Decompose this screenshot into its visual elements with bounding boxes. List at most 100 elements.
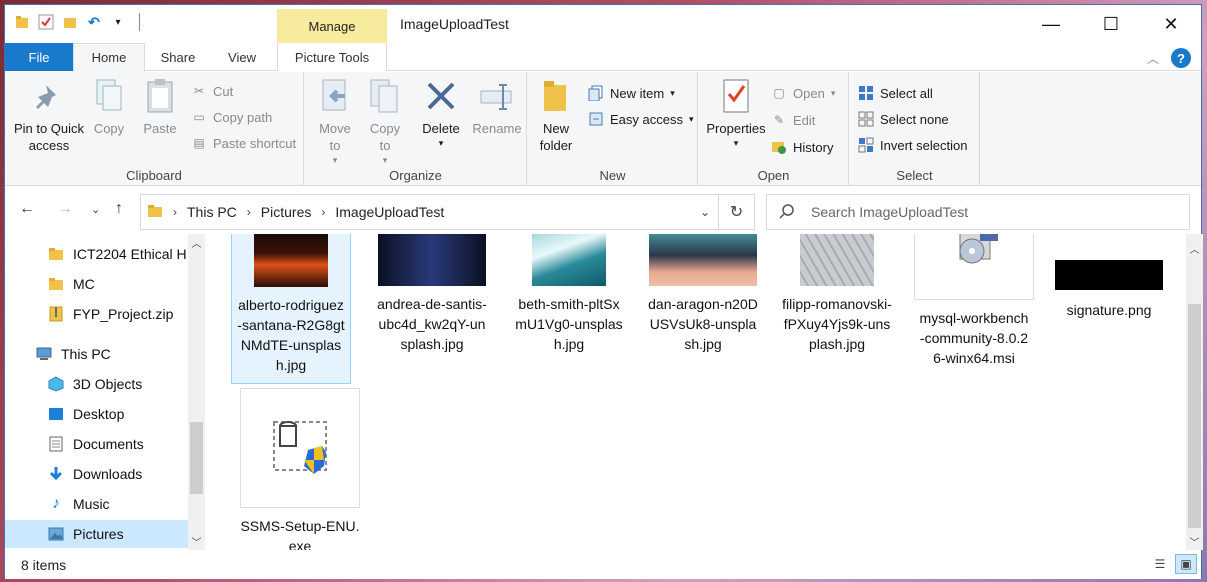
move-to-button[interactable]: Move to ▾ bbox=[315, 76, 355, 169]
delete-x-icon bbox=[421, 76, 461, 116]
edit-button[interactable]: ✎ Edit bbox=[771, 109, 815, 131]
music-icon: ♪ bbox=[52, 495, 60, 512]
address-bar[interactable]: › This PC › Pictures › ImageUploadTest ⌄… bbox=[140, 194, 755, 230]
file-item[interactable]: andrea-de-santis-ubc4d_kw2qY-unsplash.jp… bbox=[372, 234, 492, 354]
nav-item-mc[interactable]: MC bbox=[5, 270, 188, 298]
new-folder-label: New folder bbox=[539, 121, 573, 153]
copy-to-label: Copy to bbox=[369, 121, 401, 153]
select-all-button[interactable]: Select all bbox=[858, 82, 933, 104]
scroll-down-arrow-icon[interactable]: ﹀ bbox=[188, 533, 205, 550]
breadcrumb-chevron-icon[interactable]: › bbox=[247, 205, 251, 219]
file-item[interactable]: alberto-rodriguez-santana-R2G8gtNMdTE-un… bbox=[231, 234, 351, 384]
copy-to-dropdown-icon: ▾ bbox=[382, 155, 388, 165]
details-view-icon[interactable]: ☰ bbox=[1149, 554, 1171, 574]
nav-item-downloads[interactable]: Downloads bbox=[5, 460, 188, 488]
recent-locations-chevron-icon[interactable]: ⌄ bbox=[91, 203, 100, 216]
nav-item-music[interactable]: ♪ Music bbox=[5, 490, 188, 518]
copy-label: Copy bbox=[93, 121, 125, 136]
properties-button[interactable]: Properties ▾ bbox=[705, 76, 767, 152]
maximize-button[interactable]: ☐ bbox=[1081, 5, 1141, 43]
new-folder-icon[interactable] bbox=[61, 13, 79, 31]
file-item[interactable]: filipp-romanovski-fPXuy4Yjs9k-unsplash.j… bbox=[777, 234, 897, 354]
new-item-button[interactable]: New item ▾ bbox=[588, 82, 675, 104]
move-to-dropdown-icon: ▾ bbox=[332, 155, 338, 165]
new-item-icon bbox=[588, 85, 604, 101]
manage-contextual-tab[interactable]: Manage bbox=[277, 9, 387, 43]
content-scrollbar[interactable]: ︿ ﹀ bbox=[1186, 234, 1203, 550]
file-item[interactable]: signature.png bbox=[1049, 234, 1169, 320]
tab-file[interactable]: File bbox=[5, 43, 73, 71]
copy-to-button[interactable]: Copy to ▾ bbox=[365, 76, 405, 169]
file-list: alberto-rodriguez-santana-R2G8gtNMdTE-un… bbox=[210, 234, 1203, 550]
copy-button[interactable]: Copy bbox=[87, 76, 131, 137]
back-arrow-icon[interactable]: ← bbox=[19, 200, 35, 218]
undo-icon[interactable]: ↶ bbox=[85, 13, 103, 31]
history-button[interactable]: History bbox=[771, 136, 833, 158]
nav-item-ict2204[interactable]: ICT2204 Ethical H bbox=[5, 240, 188, 268]
copy-path-button[interactable]: ▭ Copy path bbox=[191, 106, 272, 128]
copy-path-label: Copy path bbox=[213, 109, 273, 125]
breadcrumb-chevron-icon[interactable]: › bbox=[173, 205, 177, 219]
nav-scrollbar-thumb[interactable] bbox=[190, 422, 203, 494]
open-button[interactable]: ▢ Open ▾ bbox=[771, 82, 835, 104]
nav-item-label: FYP_Project.zip bbox=[73, 306, 174, 322]
nav-item-this-pc[interactable]: This PC bbox=[5, 340, 188, 368]
scroll-up-arrow-icon[interactable]: ︿ bbox=[188, 234, 205, 251]
file-item[interactable]: dan-aragon-n20DUSVsUk8-unsplash.jpg bbox=[643, 234, 763, 354]
scissors-icon: ✂ bbox=[193, 84, 205, 98]
tab-view[interactable]: View bbox=[212, 43, 272, 71]
cut-button[interactable]: ✂ Cut bbox=[191, 80, 233, 102]
easy-access-button[interactable]: Easy access ▾ bbox=[588, 108, 694, 130]
tab-home[interactable]: Home bbox=[73, 43, 145, 72]
close-button[interactable]: ✕ bbox=[1141, 5, 1201, 43]
file-item[interactable]: beth-smith-pltSxmU1Vg0-unsplash.jpg bbox=[509, 234, 629, 354]
breadcrumb-this-pc[interactable]: This PC bbox=[187, 204, 237, 220]
file-explorer-window: ↶ ▾ Manage ImageUploadTest — ☐ ✕ File Ho… bbox=[4, 4, 1203, 579]
toolbar-divider bbox=[139, 13, 140, 31]
customize-toolbar-chevron-icon[interactable]: ▾ bbox=[109, 13, 127, 31]
refresh-icon[interactable]: ↻ bbox=[718, 195, 754, 229]
file-item[interactable]: mysql-workbench-community-8.0.26-winx64.… bbox=[914, 234, 1034, 368]
nav-item-desktop[interactable]: Desktop bbox=[5, 400, 188, 428]
search-box[interactable]: Search ImageUploadTest bbox=[766, 194, 1190, 230]
new-folder-button[interactable]: New folder bbox=[534, 76, 578, 154]
nav-item-documents[interactable]: Documents bbox=[5, 430, 188, 458]
ocean-thumbnail bbox=[532, 234, 606, 286]
volcano-thumbnail bbox=[254, 234, 328, 287]
delete-button[interactable]: Delete ▾ bbox=[419, 76, 463, 152]
nav-item-fyp-project-zip[interactable]: FYP_Project.zip bbox=[5, 300, 188, 328]
select-none-button[interactable]: Select none bbox=[858, 108, 949, 130]
tab-picture-tools[interactable]: Picture Tools bbox=[277, 43, 387, 71]
large-icons-view-icon[interactable]: ▣ bbox=[1175, 554, 1197, 574]
documents-icon bbox=[47, 435, 65, 453]
collapse-ribbon-chevron-icon[interactable]: ︿ bbox=[1147, 50, 1159, 67]
easy-access-icon bbox=[588, 111, 604, 127]
address-dropdown-chevron-icon[interactable]: ⌄ bbox=[700, 205, 710, 219]
invert-selection-button[interactable]: Invert selection bbox=[858, 134, 967, 156]
breadcrumb-pictures[interactable]: Pictures bbox=[261, 204, 312, 220]
breadcrumb-imageuploadtest[interactable]: ImageUploadTest bbox=[335, 204, 444, 220]
forward-arrow-icon[interactable]: → bbox=[57, 200, 73, 218]
content-scrollbar-thumb[interactable] bbox=[1188, 304, 1201, 528]
open-group-label: Open bbox=[757, 168, 790, 183]
paste-shortcut-button[interactable]: ▤ Paste shortcut bbox=[191, 132, 296, 154]
nav-item-3d-objects[interactable]: 3D Objects bbox=[5, 370, 188, 398]
properties-checkmark-icon[interactable] bbox=[37, 13, 55, 31]
up-arrow-icon[interactable]: ↑ bbox=[115, 200, 123, 218]
paste-button[interactable]: Paste bbox=[137, 76, 183, 137]
scroll-down-arrow-icon[interactable]: ﹀ bbox=[1186, 533, 1203, 550]
file-item[interactable]: SSMS-Setup-ENU.exe bbox=[240, 388, 360, 550]
scroll-up-arrow-icon[interactable]: ︿ bbox=[1186, 240, 1203, 257]
rename-button[interactable]: Rename bbox=[471, 76, 523, 137]
nav-item-label: This PC bbox=[61, 346, 111, 362]
ribbon: Pin to Quick access Copy Paste ✂ Cut ▭ C… bbox=[5, 72, 1201, 186]
breadcrumb-chevron-icon[interactable]: › bbox=[321, 205, 325, 219]
help-icon[interactable]: ? bbox=[1171, 48, 1191, 68]
nav-item-pictures[interactable]: Pictures bbox=[5, 520, 188, 548]
pin-to-quick-access-button[interactable]: Pin to Quick access bbox=[11, 76, 87, 154]
search-input[interactable]: Search ImageUploadTest bbox=[811, 204, 968, 220]
minimize-button[interactable]: — bbox=[1021, 5, 1081, 43]
ssms-setup-icon bbox=[240, 388, 360, 508]
tab-share[interactable]: Share bbox=[148, 43, 208, 71]
nav-scrollbar[interactable]: ︿ ﹀ bbox=[188, 234, 205, 550]
